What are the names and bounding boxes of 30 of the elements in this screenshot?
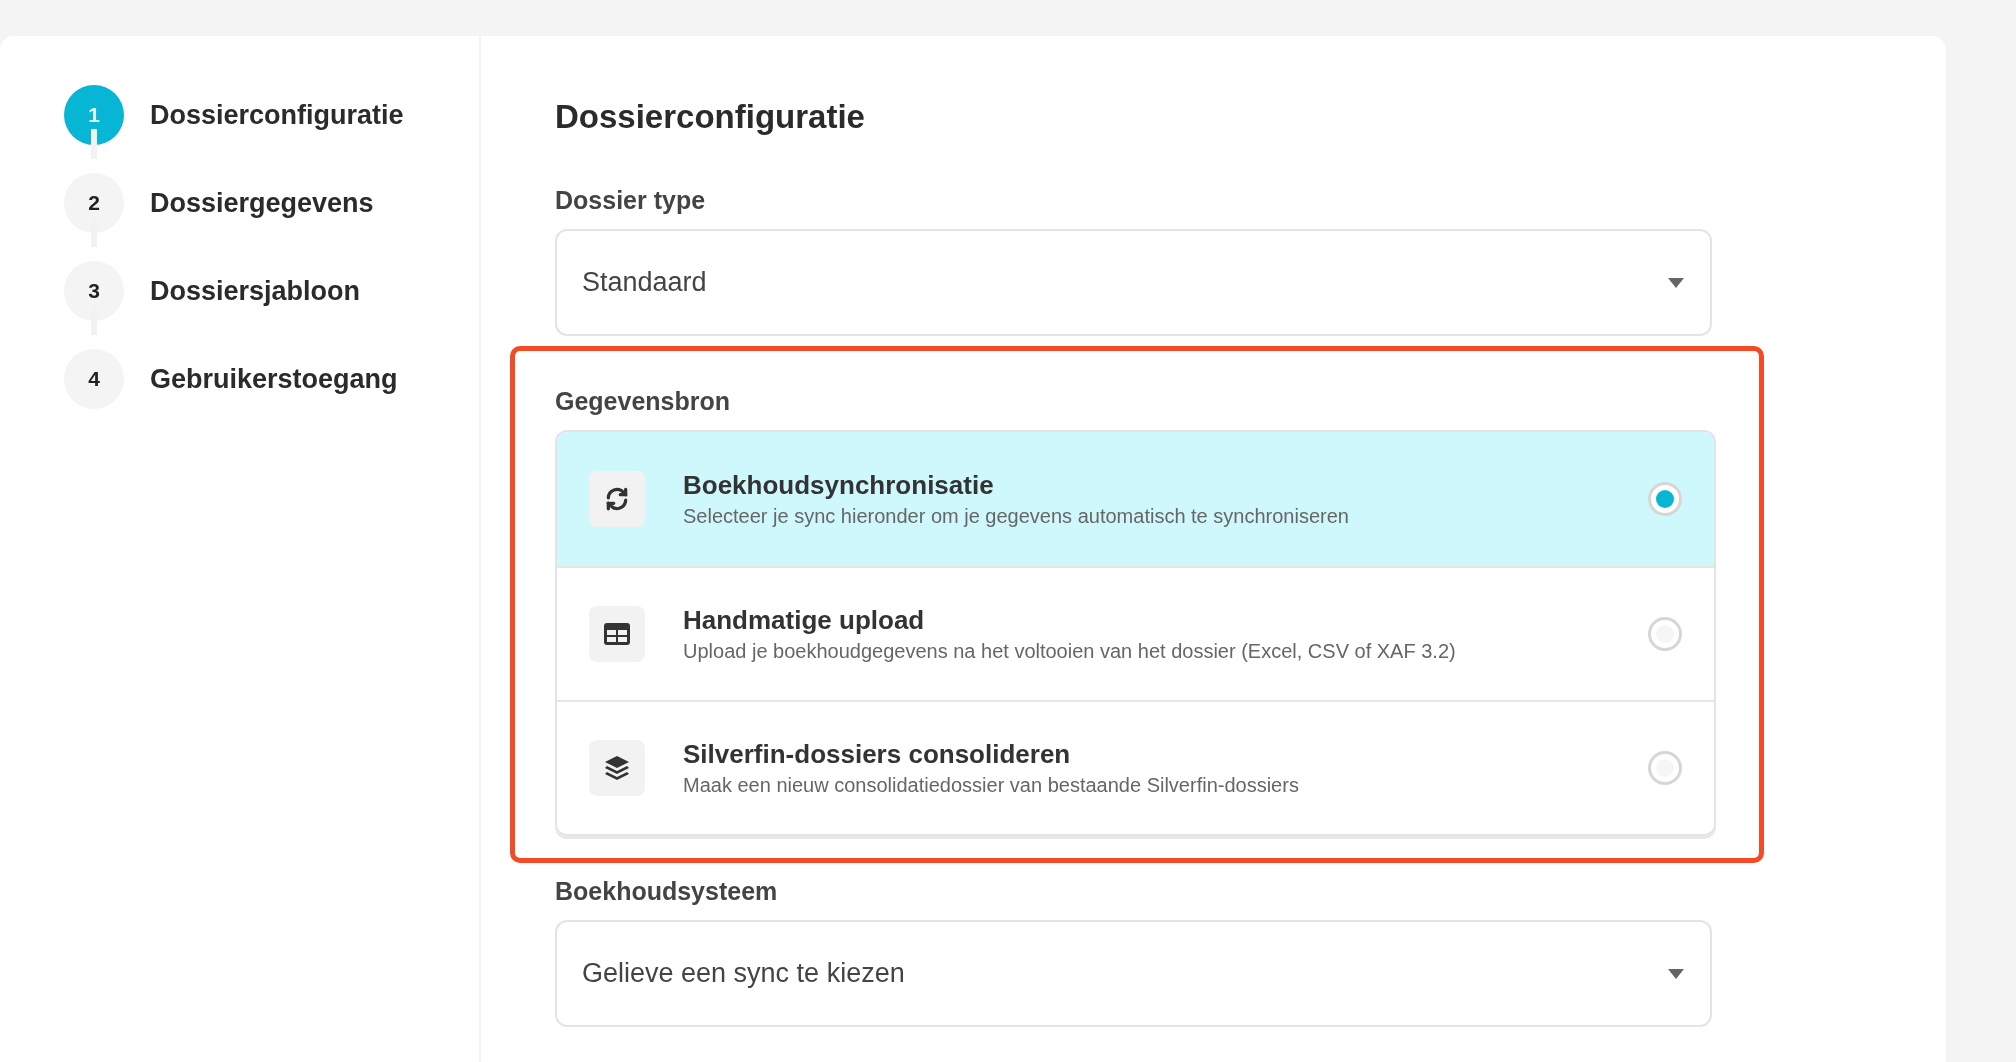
radio-button[interactable]	[1648, 751, 1682, 785]
field-label: Boekhoudsysteem	[555, 877, 779, 906]
page-title: Dossierconfiguratie	[555, 98, 866, 136]
step-number[interactable]: 3	[64, 261, 124, 321]
source-option[interactable]: Silverfin-dossiers consolideren Maak een nieuw consolidatiedossier van bestaande Silverfin-dossiers	[557, 700, 1714, 834]
field-label: Dossier type	[555, 186, 707, 215]
field-label: Gegevensbron	[555, 387, 732, 416]
step-connector	[91, 129, 97, 159]
radio-button[interactable]	[1648, 482, 1682, 516]
step-label[interactable]: Dossiergegevens	[150, 187, 374, 219]
caret-icon	[1668, 968, 1684, 979]
option-title: Handmatige upload	[683, 605, 926, 636]
dossier-type-select[interactable]: Standaard	[555, 229, 1712, 336]
accounting-system-select[interactable]: Gelieve een sync te kiezen	[555, 920, 1712, 1027]
source-option[interactable]: Boekhoudsynchronisatie Selecteer je sync hieronder om je gegevens automatisch te synchroniseren	[557, 432, 1714, 566]
step-label[interactable]: Dossierconfiguratie	[150, 99, 404, 131]
step-number[interactable]: 2	[64, 173, 124, 233]
step-number[interactable]: 4	[64, 349, 124, 409]
refresh-icon	[604, 486, 630, 512]
step-label[interactable]: Gebruikerstoegang	[150, 363, 398, 395]
table-icon	[604, 623, 630, 645]
option-description: Maak een nieuw consolidatiedossier van bestaande Silverfin-dossiers	[683, 774, 1300, 797]
option-description: Upload je boekhoudgegevens na het voltooien van het dossier (Excel, CSV of XAF 3.2)	[683, 640, 1457, 663]
radio-button[interactable]	[1648, 617, 1682, 651]
step-label[interactable]: Dossiersjabloon	[150, 275, 361, 307]
caret-icon	[1668, 277, 1684, 288]
option-title: Silverfin-dossiers consolideren	[683, 739, 1072, 770]
option-title: Boekhoudsynchronisatie	[683, 470, 995, 501]
layers-icon	[604, 755, 630, 781]
option-description: Selecteer je sync hieronder om je gegevens automatisch te synchroniseren	[683, 505, 1350, 528]
